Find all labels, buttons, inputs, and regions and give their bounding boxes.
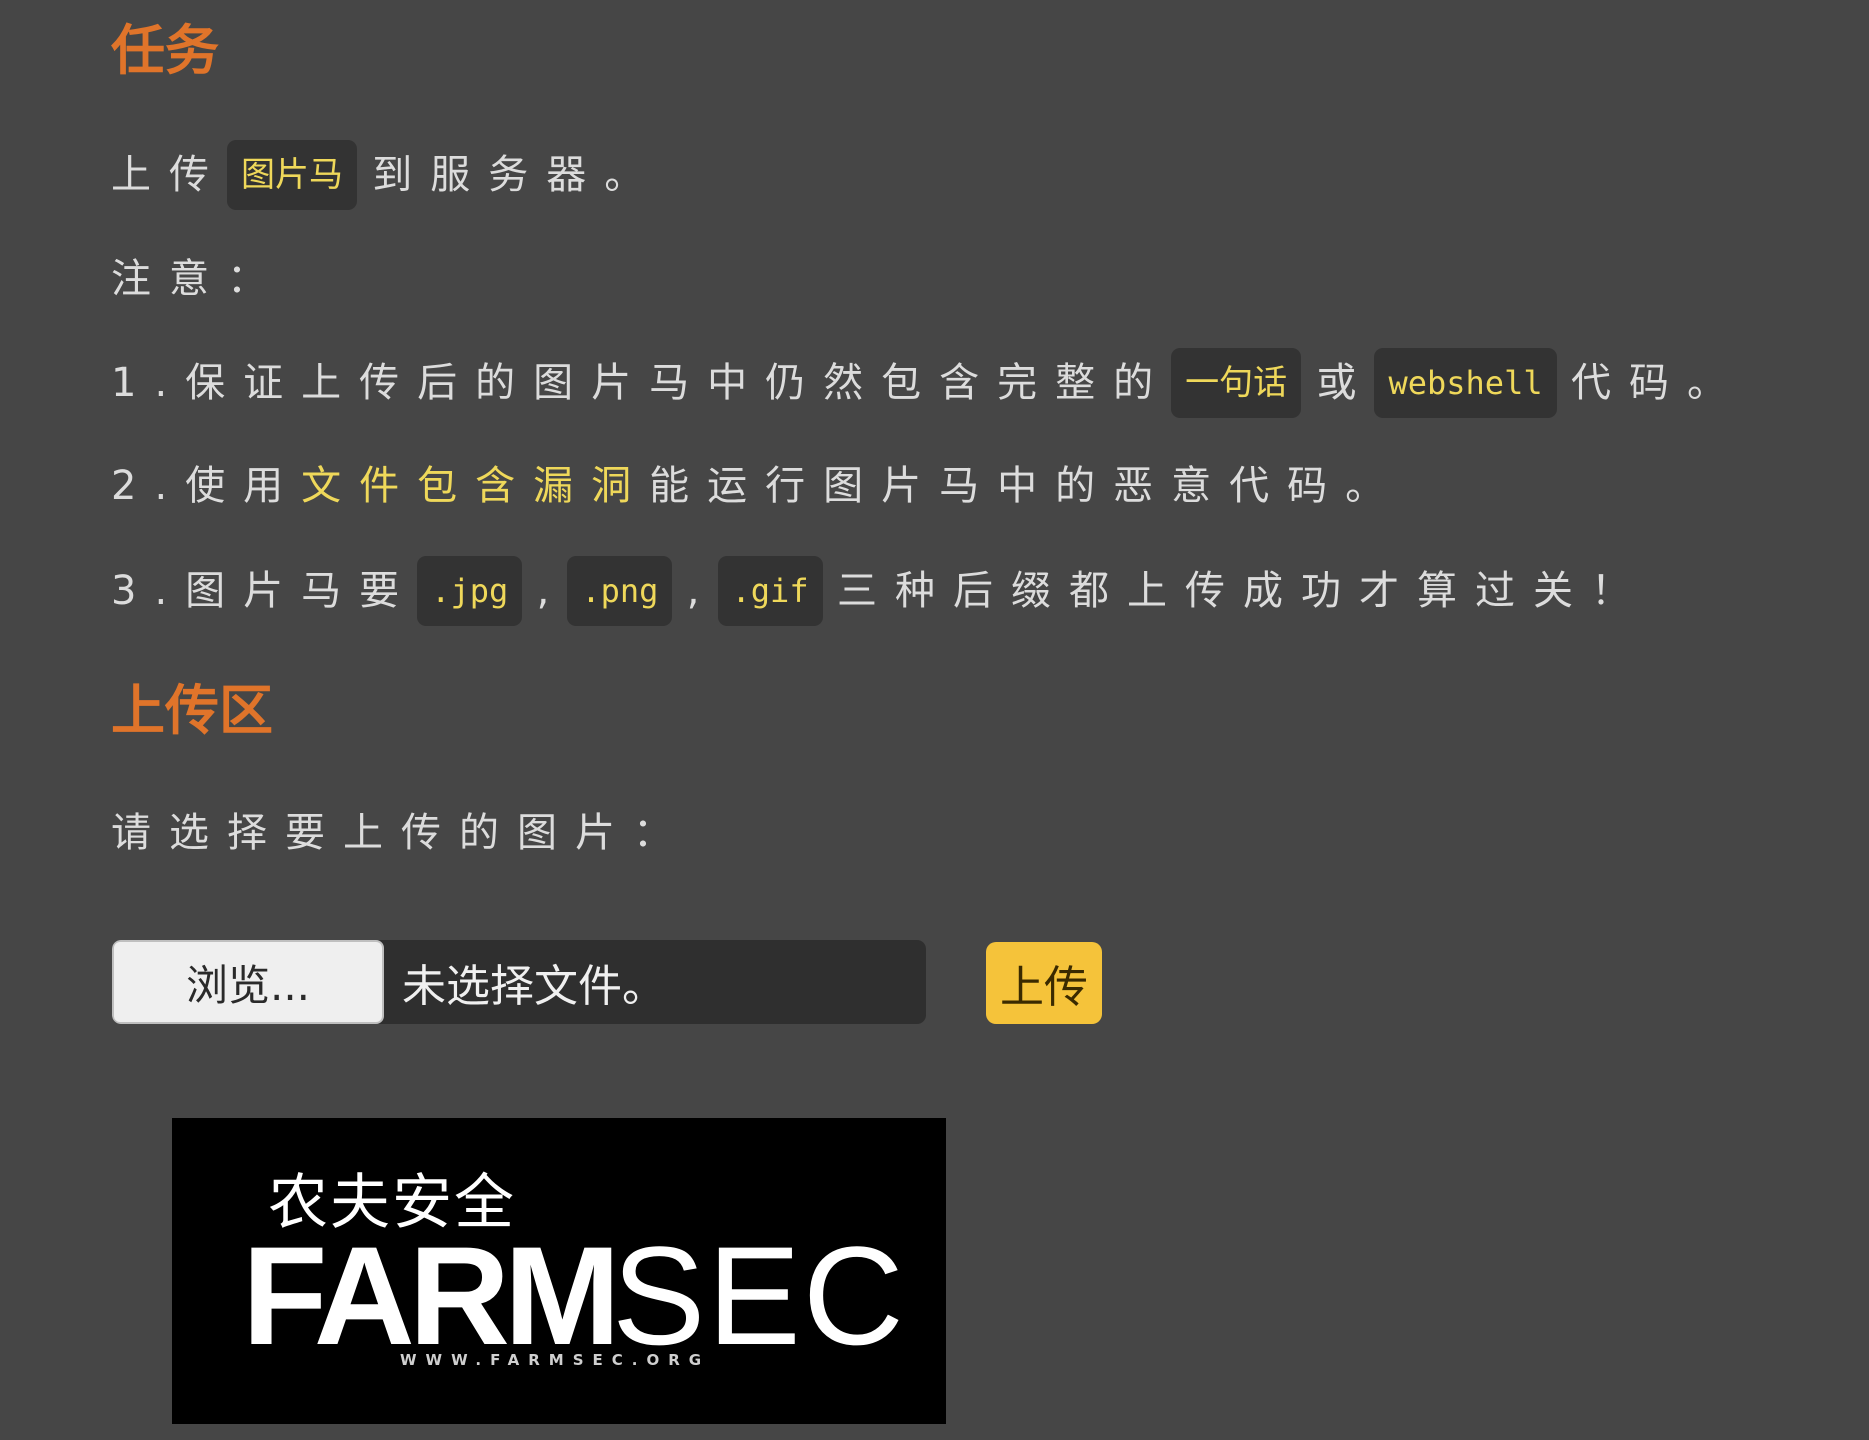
file-input[interactable]: 浏览... 未选择文件。 — [112, 940, 926, 1024]
intro-text-after: 到服务器。 — [372, 152, 663, 198]
logo-sec-text: SEC — [612, 1217, 906, 1374]
upload-submit-button[interactable]: 上传 — [986, 942, 1102, 1024]
file-status: 未选择文件。 — [402, 961, 666, 1012]
upload-heading: 上传区 — [111, 679, 273, 742]
farmsec-logo: 农夫安全 FARM SEC WWW.FARMSEC.ORG — [172, 1118, 946, 1424]
rule1-text-after: 代码。 — [1570, 360, 1745, 406]
code-tag-gif: .gif — [717, 556, 823, 626]
rule-1: 1.保证上传后的图片马中仍然包含完整的 一句话 或 webshell 代码。 — [111, 348, 1745, 418]
code-tag-image-trojan: 图片马 — [227, 140, 357, 210]
rule3-separator-2: , — [686, 568, 718, 614]
rule2-highlight: 文件包含漏洞 — [301, 463, 650, 509]
code-tag-jpg: .jpg — [417, 556, 523, 626]
task-heading: 任务 — [111, 19, 219, 82]
rule1-text-mid: 或 — [1316, 360, 1375, 406]
upload-prompt-text: 请选择要上传的图片： — [111, 810, 691, 856]
rule3-text-before: 3.图片马要 — [111, 568, 418, 614]
task-intro: 上传 图片马 到服务器。 — [111, 140, 662, 210]
code-tag-png: .png — [567, 556, 673, 626]
rule3-text-after: 三种后缀都上传成功才算过关！ — [836, 568, 1649, 614]
note-label: 注意： — [111, 244, 285, 314]
code-tag-webshell: webshell — [1374, 348, 1557, 418]
code-tag-one-liner: 一句话 — [1171, 348, 1302, 418]
rule-2: 2.使用 文件包含漏洞 能运行图片马中的恶意代码。 — [111, 451, 1403, 521]
note-text: 注意： — [111, 256, 285, 302]
rule2-text-after: 能运行图片马中的恶意代码。 — [649, 463, 1404, 509]
logo-url-text: WWW.FARMSEC.ORG — [400, 1351, 711, 1369]
upload-prompt: 请选择要上传的图片： — [111, 798, 691, 868]
browse-button[interactable]: 浏览... — [112, 940, 384, 1024]
rule2-text-before: 2.使用 — [111, 463, 302, 509]
rule3-separator-1: , — [536, 568, 568, 614]
intro-text-before: 上传 — [111, 152, 227, 198]
rule1-text-before: 1.保证上传后的图片马中仍然包含完整的 — [111, 360, 1172, 406]
logo-farm-text: FARM — [242, 1217, 621, 1374]
rule-3: 3.图片马要 .jpg , .png , .gif 三种后缀都上传成功才算过关！ — [111, 556, 1649, 626]
